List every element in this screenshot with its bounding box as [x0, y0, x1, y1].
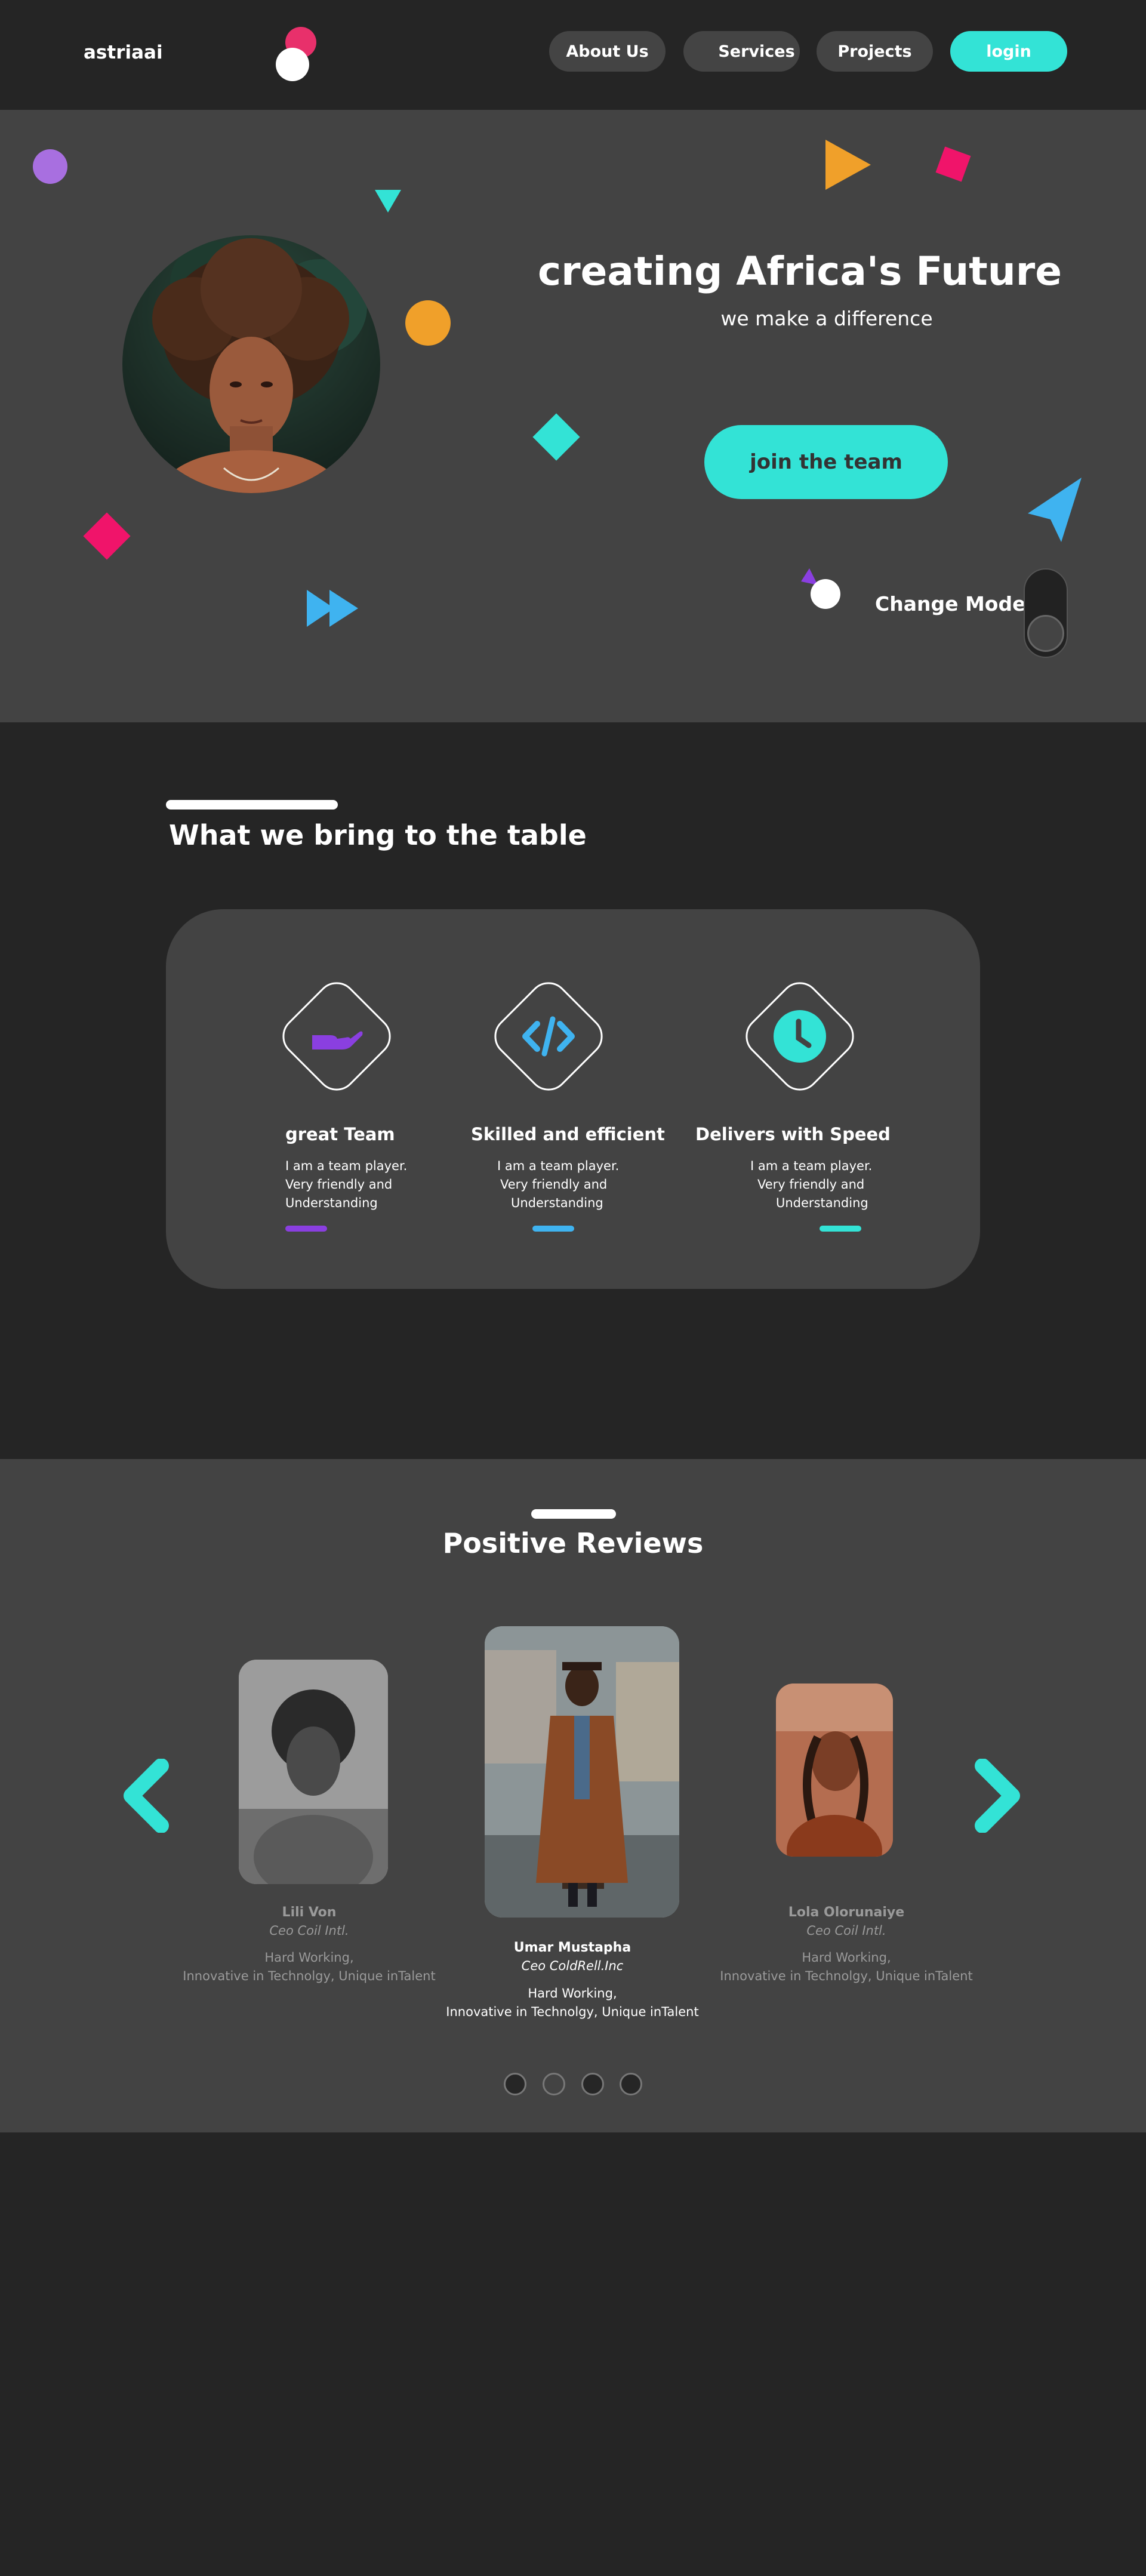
reviews-section: Positive Reviews Lili Von Ceo Coil Intl.…	[0, 1459, 1146, 2132]
chevron-right-icon[interactable]	[973, 1759, 1024, 1833]
review-text-line: Innovative in Technolgy, Unique inTalent	[446, 2005, 699, 2019]
review-text-line: Hard Working,	[802, 1950, 891, 1965]
review-text-line: Hard Working,	[264, 1950, 354, 1965]
feature-underline	[532, 1226, 574, 1232]
blue-arrow-shape	[1028, 478, 1082, 542]
hand-icon	[292, 992, 381, 1081]
join-team-button[interactable]: join the team	[704, 425, 948, 499]
feature-text-line: I am a team player.	[285, 1159, 408, 1173]
feature-text-line: Understanding	[511, 1196, 603, 1210]
clock-icon	[755, 992, 845, 1081]
top-navbar: astriaai About Us Services Projects logi…	[0, 0, 1146, 110]
nav-services-button[interactable]: Services	[683, 31, 800, 72]
carousel-dot[interactable]	[581, 2073, 604, 2095]
feature-text-line: Understanding	[776, 1196, 868, 1210]
feature-underline	[285, 1226, 327, 1232]
hero-subtitle: we make a difference	[720, 307, 933, 330]
feature-title: great Team	[285, 1124, 395, 1144]
reviewer-photo-umar-mustapha	[485, 1626, 679, 1918]
change-mode-label: Change Mode	[875, 592, 1026, 615]
feature-underline	[820, 1226, 861, 1232]
toggle-knob	[1027, 615, 1064, 652]
reviewer-name: Umar Mustapha	[513, 1940, 631, 1955]
feature-text-line: Understanding	[285, 1196, 378, 1210]
review-text-line: Innovative in Technolgy, Unique inTalent	[720, 1969, 973, 1983]
carousel-dot[interactable]	[620, 2073, 642, 2095]
feature-text-line: I am a team player.	[497, 1159, 620, 1173]
feature-text-line: Very friendly and	[285, 1177, 393, 1192]
nav-projects-button[interactable]: Projects	[817, 31, 933, 72]
carousel-dot[interactable]	[504, 2073, 526, 2095]
feature-title: Skilled and efficient	[471, 1124, 665, 1144]
reviewer-role: Ceo Coil Intl.	[269, 1923, 349, 1938]
nav-about-us-button[interactable]: About Us	[549, 31, 666, 72]
reviewer-name: Lili Von	[282, 1905, 337, 1920]
feature-text-line: Very friendly and	[757, 1177, 865, 1192]
blue-fast-forward-shape	[307, 590, 358, 627]
pink-square-shape	[935, 146, 971, 182]
reviewer-role: Ceo Coil Intl.	[806, 1923, 886, 1938]
chevron-left-icon[interactable]	[119, 1759, 171, 1833]
review-text-line: Hard Working,	[528, 1986, 617, 2001]
orange-triangle-shape	[825, 140, 871, 190]
feature-title: Delivers with Speed	[695, 1124, 891, 1144]
logo-white-dot	[276, 48, 309, 81]
carousel-dot[interactable]	[543, 2073, 565, 2095]
reviewer-photo-lola-olorunaiye	[776, 1684, 893, 1857]
features-heading-bar	[166, 800, 338, 810]
review-text-line: Innovative in Technolgy, Unique inTalent	[183, 1969, 436, 1983]
reviewer-photo-lili-von	[239, 1660, 388, 1884]
reviews-heading-bar	[531, 1509, 616, 1519]
pink-diamond-shape	[83, 512, 131, 560]
feature-text-line: Very friendly and	[500, 1177, 608, 1192]
code-icon	[504, 992, 593, 1081]
purple-circle-shape	[33, 149, 67, 184]
login-button[interactable]: login	[950, 31, 1067, 72]
feature-text-line: I am a team player.	[750, 1159, 873, 1173]
brand-logo-text[interactable]: astriaai	[84, 42, 163, 63]
reviewer-name: Lola Olorunaiye	[788, 1905, 905, 1920]
features-title: What we bring to the table	[169, 819, 587, 851]
mode-toggle-switch[interactable]	[1024, 568, 1068, 658]
teal-diamond-shape	[532, 413, 580, 461]
hero-title: creating Africa's Future	[537, 248, 1062, 294]
teal-triangle-shape	[375, 190, 401, 213]
reviewer-role: Ceo ColdRell.Inc	[521, 1959, 624, 1973]
features-card: great Team I am a team player. Very frie…	[166, 909, 980, 1289]
hero-portrait-image	[122, 235, 380, 493]
white-circle-shape	[811, 579, 840, 609]
hero-section: creating Africa's Future we make a diffe…	[0, 110, 1146, 722]
reviews-title: Positive Reviews	[442, 1527, 704, 1559]
orange-circle-shape	[405, 300, 451, 346]
